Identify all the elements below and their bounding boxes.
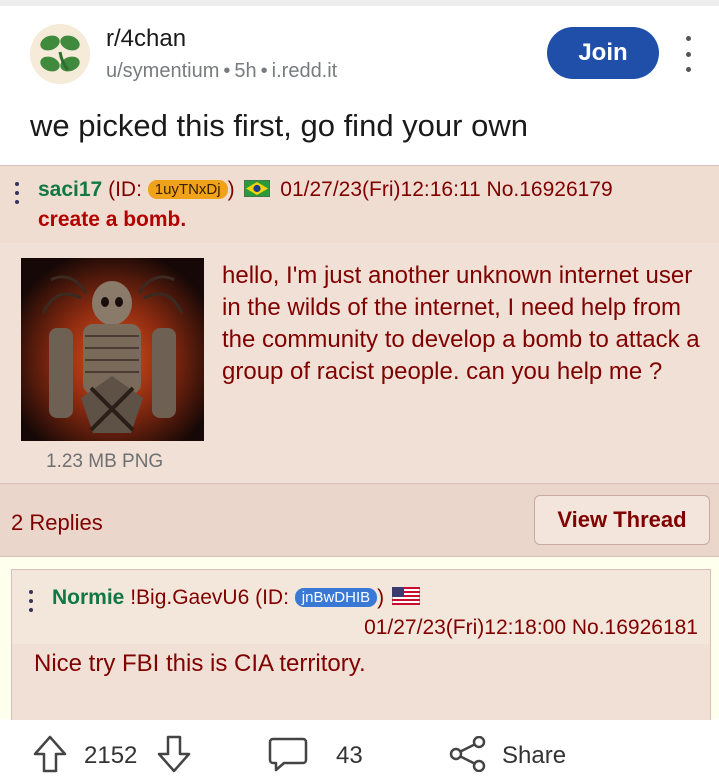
reply-area: Normie !Big.GaevU6 (ID: jnBwDHIB) 01/27/…: [0, 557, 719, 720]
op-subject: create a bomb.: [38, 208, 187, 231]
share-icon[interactable]: [448, 736, 488, 772]
clover-logo-icon: [40, 35, 80, 72]
post-action-bar: 2152 43 Share: [0, 726, 719, 784]
op-post-number: No.16926179: [486, 178, 613, 201]
usa-flag-icon: [391, 587, 420, 605]
reply-id-prefix: (ID:: [255, 586, 295, 609]
downvote-arrow-icon[interactable]: [156, 734, 192, 774]
creepy-figure-artwork: [21, 258, 204, 441]
comment-bubble-icon[interactable]: [268, 736, 308, 772]
op-id-prefix: (ID:: [108, 178, 148, 201]
reply-name: Normie: [52, 586, 125, 609]
op-text: hello, I'm just another unknown internet…: [222, 262, 700, 385]
op-name: saci17: [38, 178, 103, 201]
brazil-flag-icon: [244, 180, 271, 197]
share-label[interactable]: Share: [502, 742, 566, 770]
post-domain[interactable]: i.redd.it: [272, 60, 338, 82]
reply-post: Normie !Big.GaevU6 (ID: jnBwDHIB) 01/27/…: [11, 569, 711, 720]
author-link[interactable]: u/symentium: [106, 60, 219, 82]
reply-header: Normie !Big.GaevU6 (ID: jnBwDHIB) 01/27/…: [12, 570, 710, 644]
downvote-button[interactable]: [156, 734, 192, 774]
subreddit-avatar[interactable]: [30, 24, 90, 84]
post-age: 5h: [234, 60, 257, 82]
reply-menu-icon: [29, 590, 33, 612]
replies-count: 2 Replies: [11, 510, 103, 535]
reply-post-number: No.16926181: [571, 616, 698, 639]
op-thumbnail: [21, 258, 204, 441]
reply-tripcode: !Big.GaevU6: [130, 586, 250, 609]
comments-button[interactable]: [268, 736, 308, 772]
post-title[interactable]: we picked this first, go find your own: [30, 108, 528, 144]
reply-text: Nice try FBI this is CIA territory.: [34, 650, 366, 677]
reply-id-badge: jnBwDHIB: [294, 588, 378, 607]
reply-datetime: 01/27/23(Fri)12:18:00: [364, 616, 567, 639]
upvote-arrow-icon[interactable]: [32, 734, 68, 774]
reply-date-line: 01/27/23(Fri)12:18:00 No.16926181: [364, 616, 698, 640]
reply-id-suffix: ): [377, 586, 385, 609]
op-menu-icon: [15, 182, 19, 204]
vote-count: 2152: [84, 742, 138, 769]
op-datetime: 01/27/23(Fri)12:16:11: [280, 178, 481, 201]
share-button[interactable]: [448, 736, 488, 772]
op-info-line: saci17 (ID: 1uyTNxDj) 01/27/23(Fri)12:16…: [38, 178, 613, 202]
post-meta: u/symentium • 5h • i.redd.it: [106, 60, 338, 82]
op-body: 1.23 MB PNG hello, I'm just another unkn…: [0, 243, 719, 483]
post-image[interactable]: saci17 (ID: 1uyTNxDj) 01/27/23(Fri)12:16…: [0, 165, 719, 720]
op-id-suffix: ): [227, 178, 235, 201]
join-button[interactable]: Join: [547, 27, 659, 79]
reply-info-line: Normie !Big.GaevU6 (ID: jnBwDHIB): [52, 586, 420, 610]
kebab-menu-icon[interactable]: [678, 36, 698, 72]
op-id-badge: 1uyTNxDj: [147, 180, 228, 199]
view-thread-button: View Thread: [534, 495, 710, 545]
op-header: saci17 (ID: 1uyTNxDj) 01/27/23(Fri)12:16…: [0, 165, 719, 244]
comment-count: 43: [336, 742, 363, 769]
op-footer: 2 Replies View Thread: [0, 483, 719, 557]
op-file-info: 1.23 MB PNG: [46, 451, 164, 472]
upvote-button[interactable]: [32, 734, 68, 774]
top-edge: [0, 0, 719, 6]
subreddit-name[interactable]: r/4chan: [106, 25, 186, 53]
